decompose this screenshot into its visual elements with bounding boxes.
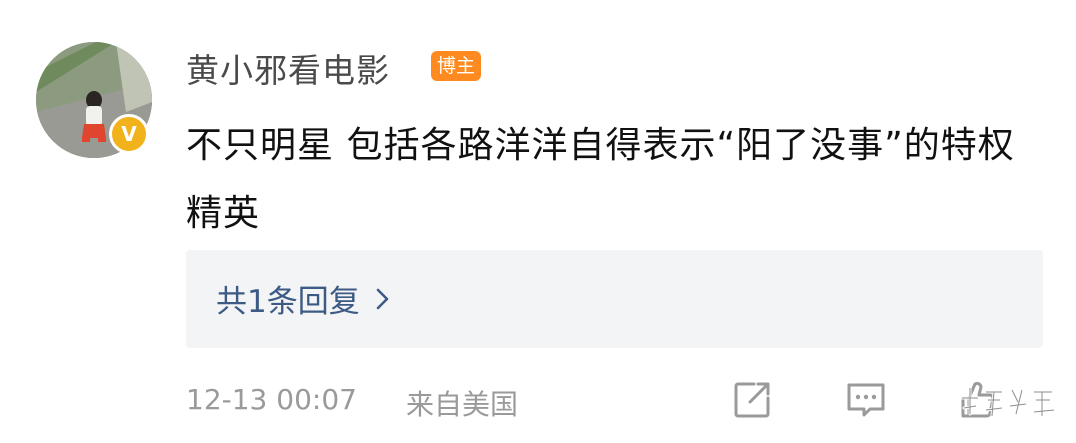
replies-label: 共1条回复 <box>216 284 360 320</box>
post-source: 来自美国 <box>406 388 519 421</box>
share-icon[interactable] <box>730 378 774 422</box>
comment-icon[interactable] <box>844 378 888 422</box>
weibo-comment: V 黄小邪看电影 博主 不只明星 包括各路洋洋自得表示“阳了没事”的特权精英 共… <box>0 0 1076 443</box>
replies-box: 共1条回复 <box>186 250 1043 348</box>
watermark-logo <box>960 386 1056 418</box>
comment-text: 不只明星 包括各路洋洋自得表示“阳了没事”的特权精英 <box>186 125 1015 234</box>
view-replies-link[interactable]: 共1条回复 <box>216 276 390 321</box>
verified-v-icon: V <box>109 114 149 154</box>
author-name[interactable]: 黄小邪看电影 <box>186 44 390 92</box>
blogger-badge: 博主 <box>431 51 482 81</box>
timestamp: 12-13 00:07 <box>186 383 357 416</box>
chevron-right-icon <box>376 288 388 309</box>
